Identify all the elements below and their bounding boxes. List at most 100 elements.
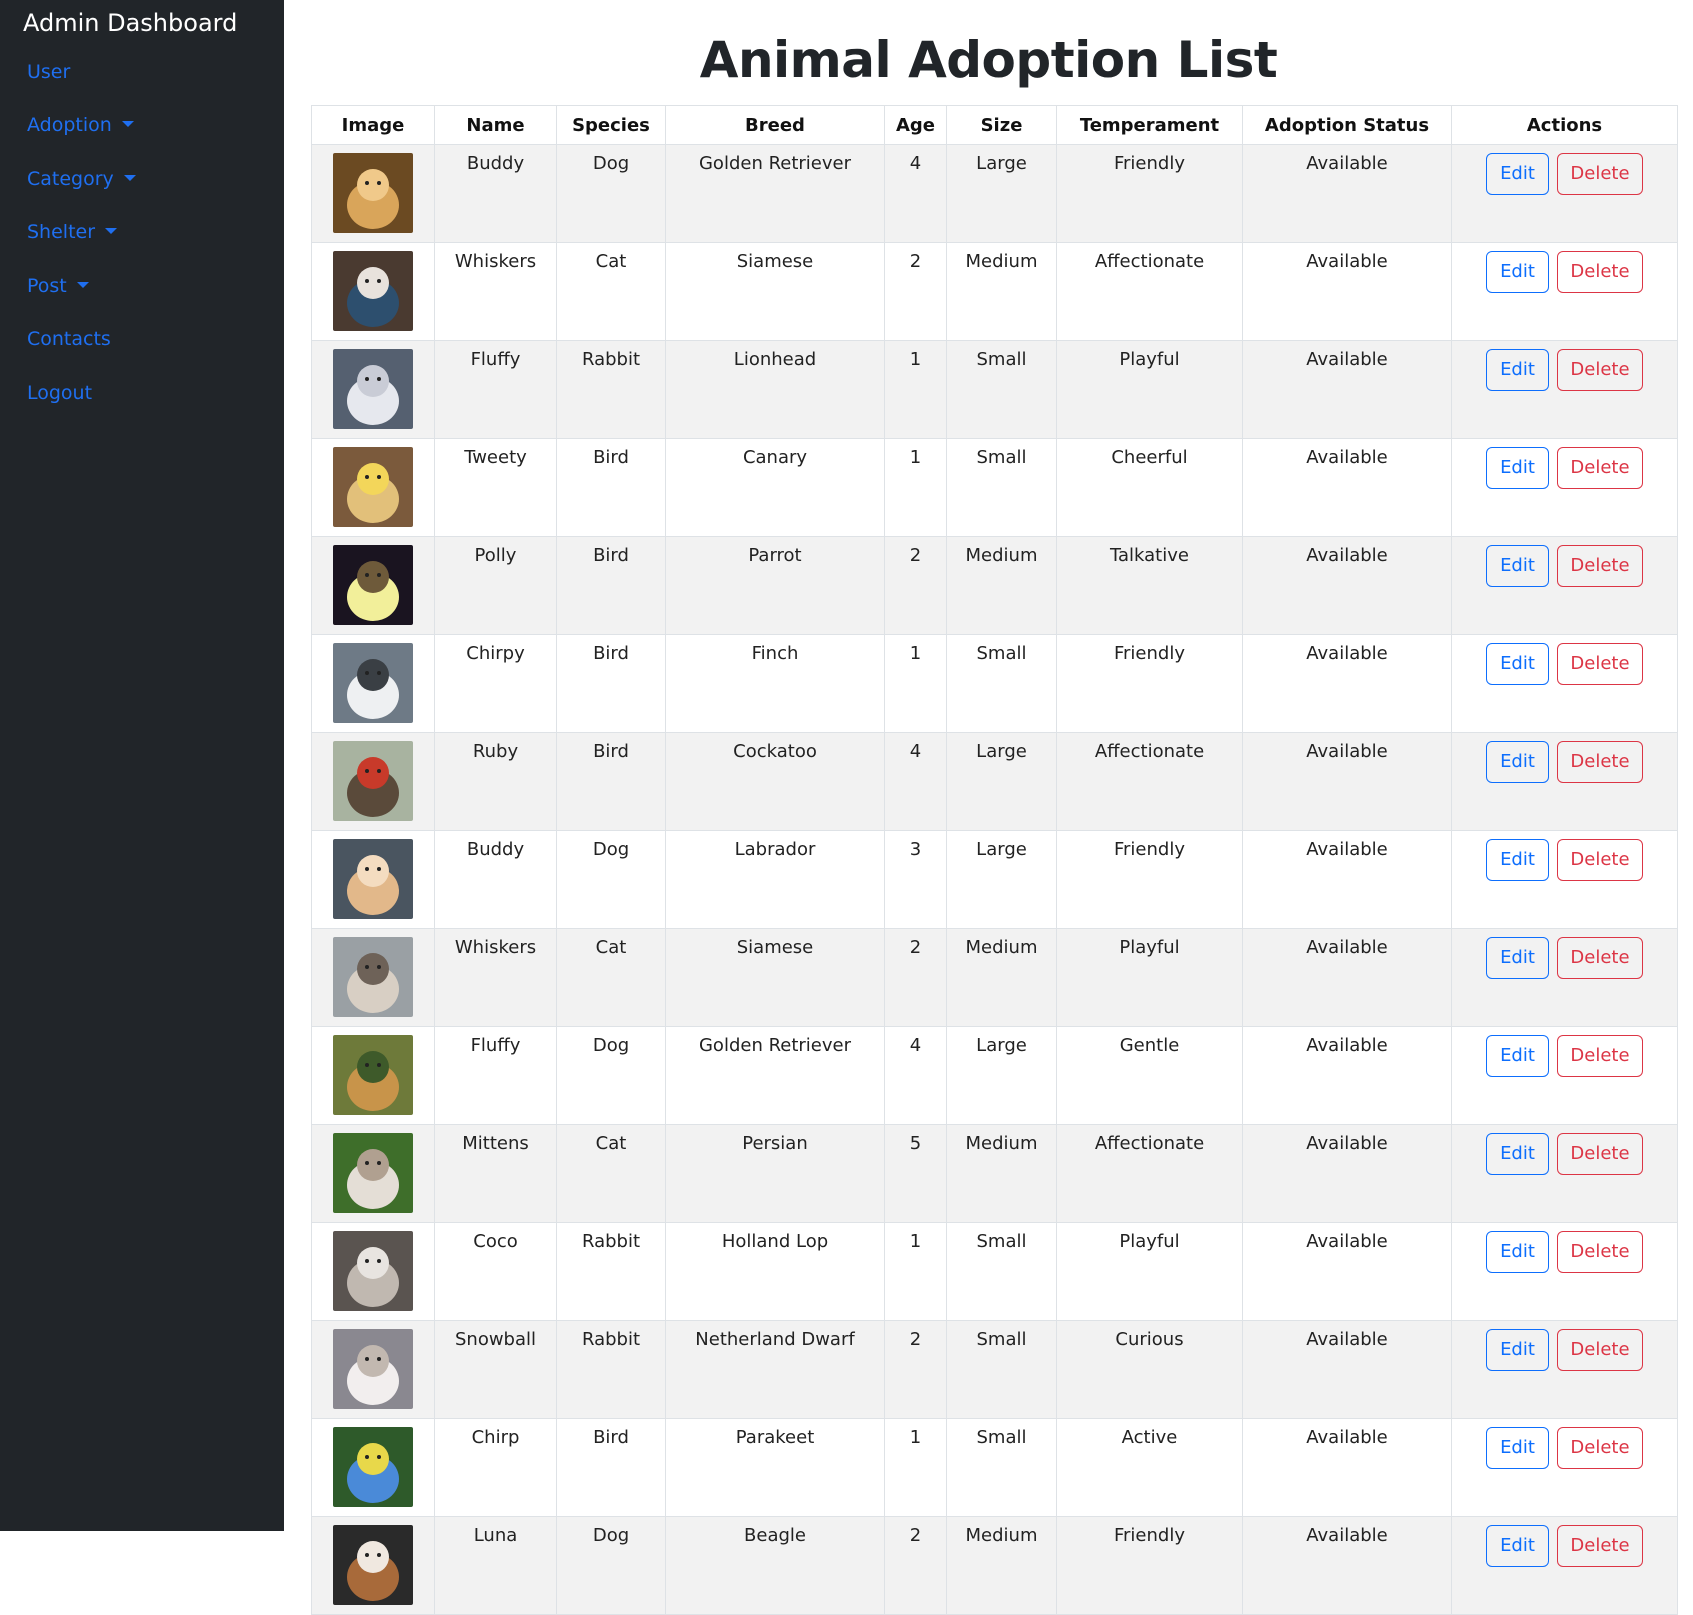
breed-cell: Holland Lop	[665, 1222, 885, 1321]
age-cell: 1	[884, 634, 947, 733]
edit-button[interactable]: Edit	[1486, 1133, 1549, 1175]
delete-button[interactable]: Delete	[1557, 937, 1643, 979]
animal-photo	[333, 349, 413, 429]
sidebar-item-label: Category	[27, 168, 114, 190]
name-cell: Mittens	[434, 1124, 557, 1223]
age-cell: 1	[884, 438, 947, 537]
table-row: Tweety Bird Canary 1 Small Cheerful Available E…	[311, 438, 1678, 537]
table-row: Snowball Rabbit Netherland Dwarf 2 Small Curi…	[311, 1320, 1678, 1419]
age-cell: 1	[884, 340, 947, 439]
sidebar-item-category[interactable]: Category	[27, 167, 136, 191]
image-cell	[311, 1320, 435, 1419]
edit-button[interactable]: Edit	[1486, 153, 1549, 195]
temperament-cell: Curious	[1056, 1320, 1243, 1419]
species-cell: Cat	[556, 928, 666, 1027]
sidebar-item-shelter[interactable]: Shelter	[27, 220, 118, 244]
animal-photo	[333, 937, 413, 1017]
sidebar-item-label: Logout	[27, 382, 93, 404]
species-cell: Bird	[556, 634, 666, 733]
delete-button[interactable]: Delete	[1557, 741, 1643, 783]
table-body: Buddy Dog Golden Retriever 4 Large Friendly Av…	[311, 144, 1678, 1615]
delete-button[interactable]: Delete	[1557, 1133, 1643, 1175]
animal-photo	[333, 447, 413, 527]
table-header-row: Image Name Species Breed Age Size Temper…	[311, 105, 1678, 145]
sidebar-item-post[interactable]: Post	[27, 274, 89, 298]
image-cell	[311, 634, 435, 733]
species-cell: Bird	[556, 536, 666, 635]
column-header-temperament: Temperament	[1056, 105, 1243, 145]
size-cell: Large	[946, 1026, 1057, 1125]
sidebar-item-user[interactable]: User	[27, 60, 70, 84]
age-cell: 5	[884, 1124, 947, 1223]
delete-button[interactable]: Delete	[1557, 643, 1643, 685]
temperament-cell: Affectionate	[1056, 732, 1243, 831]
breed-cell: Golden Retriever	[665, 1026, 885, 1125]
delete-button[interactable]: Delete	[1557, 153, 1643, 195]
age-cell: 2	[884, 242, 947, 341]
animal-photo	[333, 1427, 413, 1507]
sidebar-item-adoption[interactable]: Adoption	[27, 113, 134, 137]
adoption-status-cell: Available	[1242, 1026, 1452, 1125]
adoption-status-cell: Available	[1242, 1418, 1452, 1517]
edit-button[interactable]: Edit	[1486, 937, 1549, 979]
sidebar: Admin Dashboard User Adoption Category Shel…	[0, 0, 284, 1531]
edit-button[interactable]: Edit	[1486, 1231, 1549, 1273]
temperament-cell: Friendly	[1056, 144, 1243, 243]
edit-button[interactable]: Edit	[1486, 251, 1549, 293]
edit-button[interactable]: Edit	[1486, 643, 1549, 685]
image-cell	[311, 928, 435, 1027]
delete-button[interactable]: Delete	[1557, 251, 1643, 293]
name-cell: Chirpy	[434, 634, 557, 733]
column-header-name: Name	[434, 105, 557, 145]
adoption-status-cell: Available	[1242, 1222, 1452, 1321]
actions-cell: Edit Delete	[1451, 1320, 1678, 1419]
delete-button[interactable]: Delete	[1557, 1231, 1643, 1273]
temperament-cell: Friendly	[1056, 830, 1243, 929]
delete-button[interactable]: Delete	[1557, 1329, 1643, 1371]
page-title: Animal Adoption List	[699, 31, 1278, 89]
temperament-cell: Talkative	[1056, 536, 1243, 635]
breed-cell: Netherland Dwarf	[665, 1320, 885, 1419]
edit-button[interactable]: Edit	[1486, 839, 1549, 881]
delete-button[interactable]: Delete	[1557, 1525, 1643, 1567]
edit-button[interactable]: Edit	[1486, 1329, 1549, 1371]
species-cell: Dog	[556, 830, 666, 929]
edit-button[interactable]: Edit	[1486, 1525, 1549, 1567]
edit-button[interactable]: Edit	[1486, 349, 1549, 391]
delete-button[interactable]: Delete	[1557, 839, 1643, 881]
edit-button[interactable]: Edit	[1486, 741, 1549, 783]
edit-button[interactable]: Edit	[1486, 447, 1549, 489]
edit-button[interactable]: Edit	[1486, 1427, 1549, 1469]
edit-button[interactable]: Edit	[1486, 545, 1549, 587]
table-row: Ruby Bird Cockatoo 4 Large Affectionate Availa…	[311, 732, 1678, 831]
delete-button[interactable]: Delete	[1557, 447, 1643, 489]
delete-button[interactable]: Delete	[1557, 545, 1643, 587]
species-cell: Dog	[556, 1516, 666, 1615]
image-cell	[311, 438, 435, 537]
table-row: Whiskers Cat Siamese 2 Medium Affectionate Ava…	[311, 242, 1678, 341]
image-cell	[311, 1124, 435, 1223]
delete-button[interactable]: Delete	[1557, 1427, 1643, 1469]
actions-cell: Edit Delete	[1451, 438, 1678, 537]
actions-cell: Edit Delete	[1451, 1026, 1678, 1125]
delete-button[interactable]: Delete	[1557, 1035, 1643, 1077]
breed-cell: Lionhead	[665, 340, 885, 439]
size-cell: Medium	[946, 1516, 1057, 1615]
sidebar-brand: Admin Dashboard	[23, 9, 238, 37]
name-cell: Tweety	[434, 438, 557, 537]
breed-cell: Siamese	[665, 242, 885, 341]
column-header-size: Size	[946, 105, 1057, 145]
actions-cell: Edit Delete	[1451, 1418, 1678, 1517]
temperament-cell: Affectionate	[1056, 1124, 1243, 1223]
size-cell: Small	[946, 1320, 1057, 1419]
edit-button[interactable]: Edit	[1486, 1035, 1549, 1077]
age-cell: 4	[884, 144, 947, 243]
animal-photo	[333, 839, 413, 919]
image-cell	[311, 1418, 435, 1517]
size-cell: Small	[946, 1418, 1057, 1517]
adoption-table: Image Name Species Breed Age Size Temper…	[311, 105, 1678, 1615]
delete-button[interactable]: Delete	[1557, 349, 1643, 391]
column-header-breed: Breed	[665, 105, 885, 145]
sidebar-item-contacts[interactable]: Contacts	[27, 327, 111, 351]
sidebar-item-logout[interactable]: Logout	[27, 381, 92, 405]
